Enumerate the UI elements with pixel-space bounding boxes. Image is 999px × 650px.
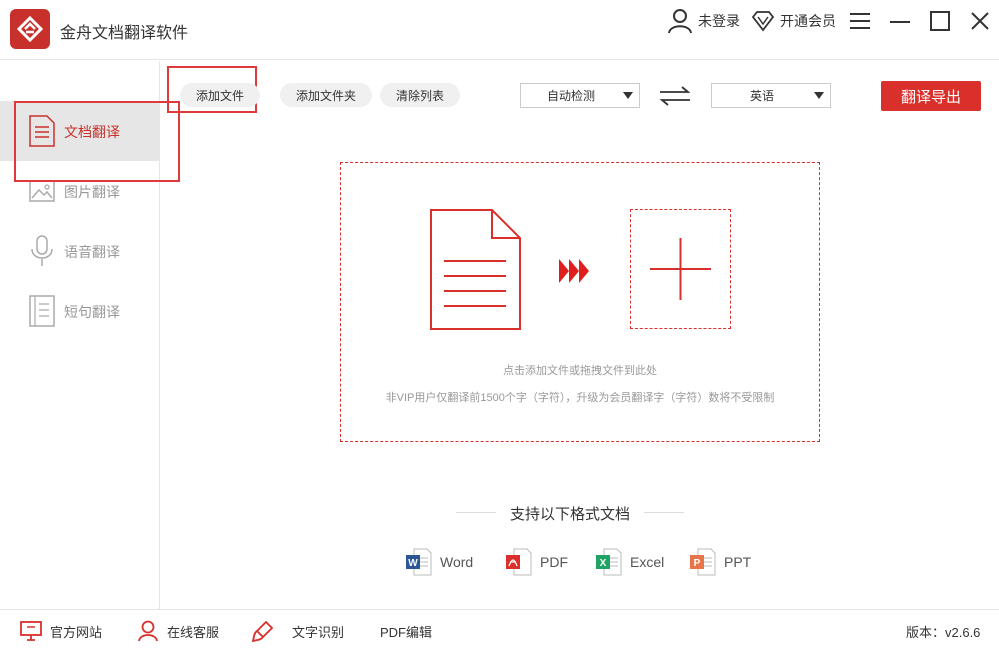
target-language-value: 英语	[749, 89, 774, 103]
ppt-letter: P	[694, 558, 701, 569]
app-logo	[10, 9, 50, 49]
online-support-label: 在线客服	[167, 624, 220, 640]
word-letter: W	[408, 558, 418, 569]
format-ppt: P PPT	[690, 548, 751, 576]
document-icon	[28, 115, 56, 147]
app-title: 金舟文档翻译软件	[60, 25, 189, 42]
format-pdf: PDF	[506, 548, 568, 576]
source-language-select[interactable]: 自动检测	[520, 83, 640, 108]
microphone-icon	[28, 235, 56, 267]
official-website-link[interactable]: 官方网站	[20, 620, 102, 642]
image-icon	[28, 175, 56, 207]
login-label: 未登录	[698, 13, 740, 29]
maximize-icon	[930, 11, 950, 31]
close-icon	[971, 12, 989, 30]
excel-letter: X	[600, 558, 607, 569]
diamond-icon	[751, 11, 775, 32]
ocr-link[interactable]: 文字识别	[252, 620, 344, 642]
format-excel: X Excel	[596, 548, 664, 576]
ppt-icon: P	[690, 548, 716, 576]
file-drop-zone[interactable]: 点击添加文件或拖拽文件到此处 非VIP用户仅翻译前1500个字（字符），升级为会…	[340, 162, 820, 442]
divider	[644, 512, 684, 513]
sidebar-item-label: 文档翻译	[64, 124, 120, 140]
formats-title: 支持以下格式文档	[509, 506, 630, 523]
add-file-button[interactable]: 添加文件	[180, 83, 261, 107]
target-language-select[interactable]: 英语	[711, 83, 831, 108]
add-folder-button[interactable]: 添加文件夹	[280, 83, 373, 107]
version-text: 版本：v2.6.6	[906, 620, 980, 642]
ocr-label: 文字识别	[292, 624, 345, 640]
sidebar-item-document-translate[interactable]: 文档翻译	[0, 101, 159, 161]
online-support-link[interactable]: 在线客服	[137, 620, 219, 642]
plus-icon	[650, 238, 711, 300]
source-language-value: 自动检测	[546, 89, 595, 103]
bottom-bar: 官方网站 在线客服 文字识别 PDF编辑 版本：v2.6.6	[0, 609, 999, 650]
format-word: W Word	[406, 548, 473, 576]
chevron-down-icon	[814, 92, 824, 99]
maximize-button[interactable]	[927, 8, 953, 34]
chevron-down-icon	[623, 92, 633, 99]
login-button[interactable]: 未登录	[667, 8, 740, 34]
swap-language-icon[interactable]	[658, 86, 692, 106]
monitor-icon	[20, 620, 42, 642]
app-logo-icon	[17, 16, 43, 42]
close-button[interactable]	[967, 8, 993, 34]
format-label: Excel	[630, 554, 665, 570]
vip-limit-note: 非VIP用户仅翻译前1500个字（字符），升级为会员翻译字（字符）数将不受限制	[385, 392, 775, 404]
add-file-target[interactable]	[630, 209, 731, 329]
user-icon	[137, 620, 159, 642]
sidebar-item-image-translate[interactable]: 图片翻译	[0, 161, 159, 221]
version-label: 版本：v2.6.6	[906, 624, 981, 640]
translate-export-button[interactable]: 翻译导出	[881, 81, 981, 111]
vip-button[interactable]: 开通会员	[751, 8, 836, 34]
official-website-label: 官方网站	[50, 624, 103, 640]
format-label: PDF	[540, 554, 568, 570]
pdf-edit-link[interactable]: PDF编辑	[380, 620, 432, 642]
text-icon	[28, 295, 56, 327]
sidebar: 文档翻译 图片翻译 语音翻译 短句翻译	[0, 61, 160, 609]
drop-hint-text: 点击添加文件或拖拽文件到此处	[503, 365, 657, 377]
menu-icon	[850, 13, 870, 29]
pdf-icon	[506, 548, 532, 576]
vip-label: 开通会员	[780, 13, 836, 29]
minimize-icon	[890, 21, 910, 23]
menu-button[interactable]	[847, 8, 873, 34]
user-icon	[668, 9, 692, 34]
clear-list-button[interactable]: 清除列表	[380, 83, 461, 107]
sidebar-item-voice-translate[interactable]: 语音翻译	[0, 221, 159, 281]
sidebar-item-label: 短句翻译	[64, 304, 120, 320]
sidebar-item-label: 语音翻译	[64, 244, 120, 260]
excel-icon: X	[596, 548, 622, 576]
pdf-edit-label: PDF编辑	[380, 624, 433, 640]
format-label: Word	[440, 554, 474, 570]
minimize-button[interactable]	[887, 8, 913, 34]
document-icon	[430, 209, 521, 330]
sidebar-item-sentence-translate[interactable]: 短句翻译	[0, 281, 159, 341]
word-icon: W	[406, 548, 432, 576]
title-bar: 金舟文档翻译软件 未登录 开通会员	[0, 0, 999, 60]
format-label: PPT	[724, 554, 752, 570]
brush-icon	[252, 620, 274, 642]
sidebar-item-label: 图片翻译	[64, 184, 120, 200]
arrow-right-icon	[559, 259, 589, 283]
